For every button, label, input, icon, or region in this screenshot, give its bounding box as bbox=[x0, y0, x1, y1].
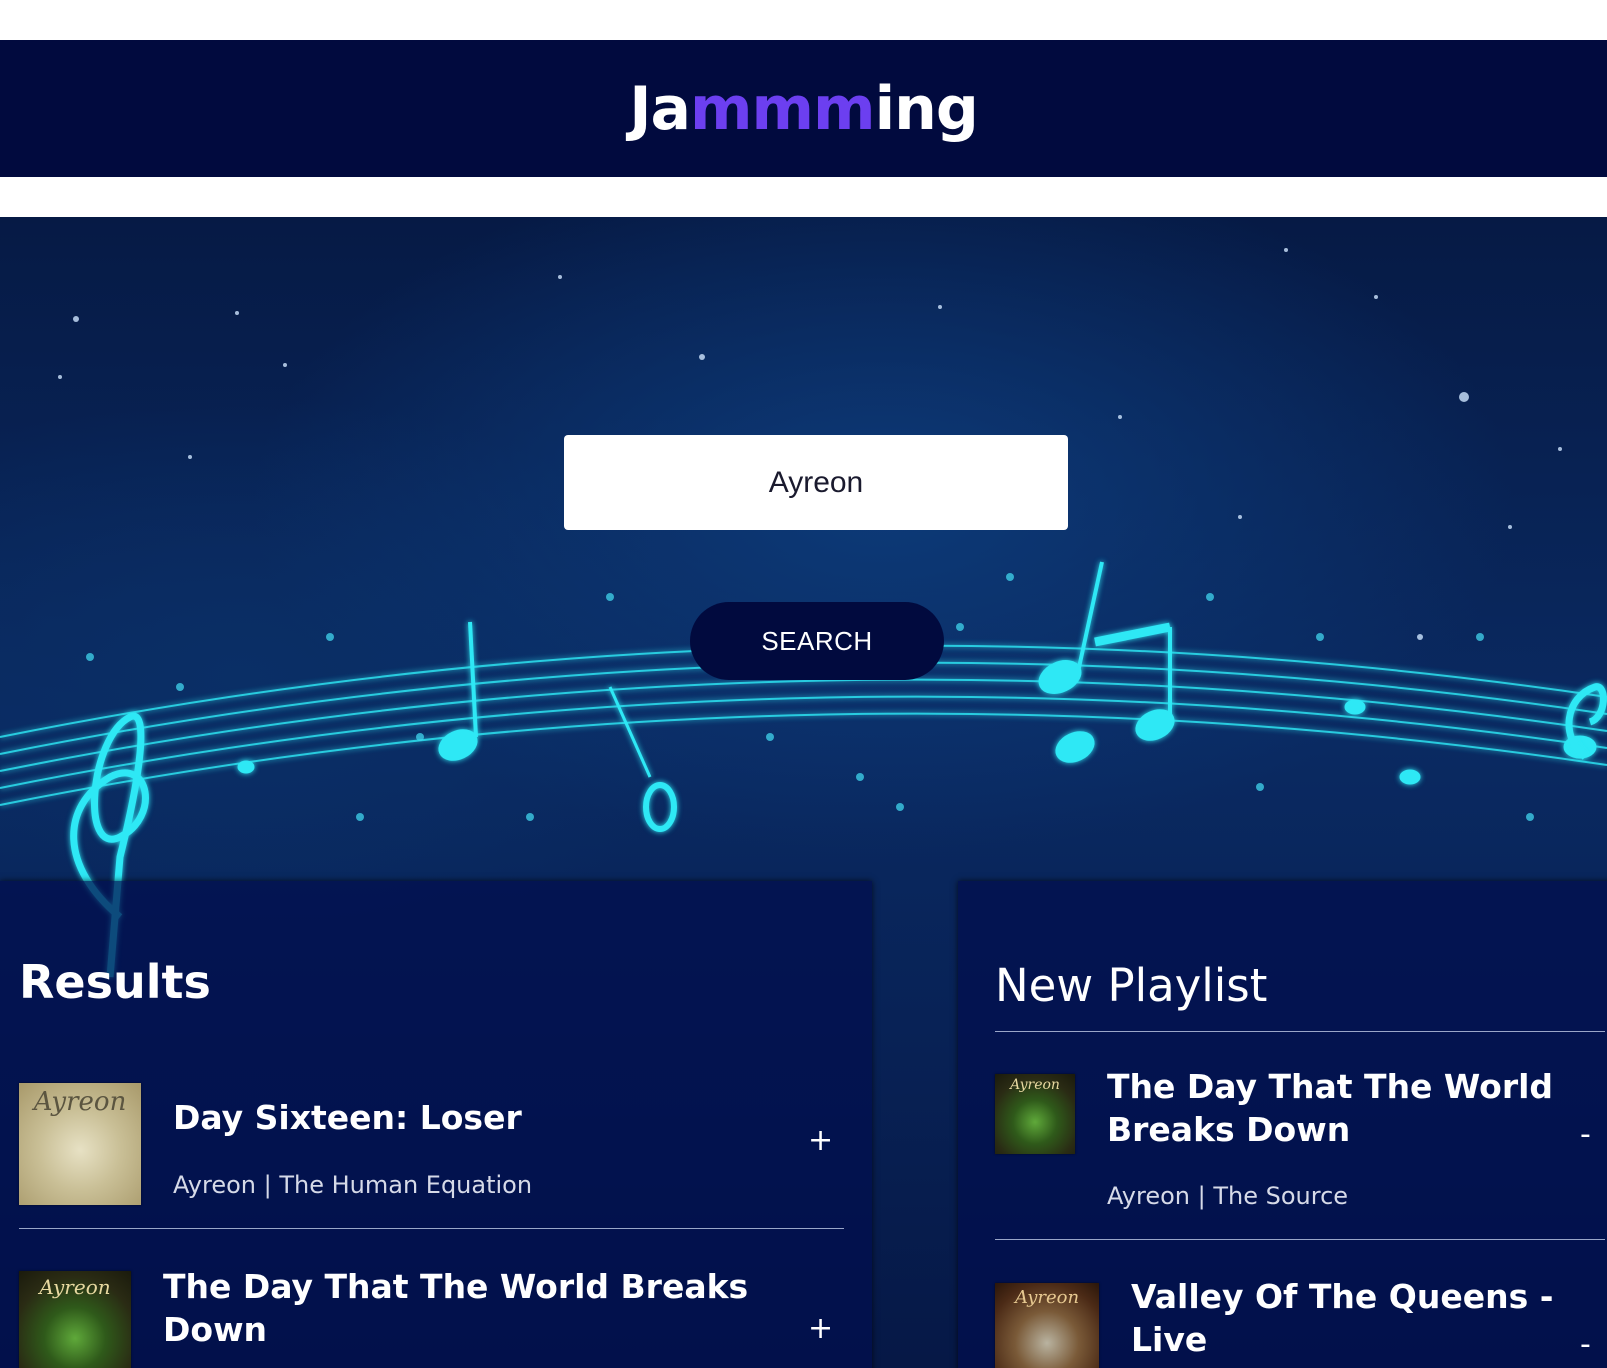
album-cover: Ayreon bbox=[19, 1271, 131, 1368]
playlist-track-2: Ayreon Valley Of The Queens - Live - bbox=[958, 881, 1607, 1368]
track-name: The Day That The World Breaks Down bbox=[163, 1267, 749, 1349]
search-input[interactable]: Ayreon bbox=[564, 435, 1068, 530]
results-panel: Results Ayreon Day Sixteen: Loser Ayreon… bbox=[0, 881, 872, 1368]
playlist-panel: New Playlist Ayreon The Day That The Wor… bbox=[958, 881, 1607, 1368]
logo-part1: Ja bbox=[629, 73, 691, 144]
add-track-button[interactable]: + bbox=[808, 1311, 833, 1346]
search-button[interactable]: SEARCH bbox=[690, 602, 944, 680]
app-logo: Jammming bbox=[629, 73, 979, 144]
logo-part2: ing bbox=[874, 73, 979, 144]
track-name: Valley Of The Queens - Live bbox=[1131, 1277, 1554, 1359]
main-background: Ayreon SEARCH Results Ayreon Day Sixteen… bbox=[0, 217, 1607, 1368]
album-cover-text: Ayreon bbox=[39, 1275, 111, 1299]
app-header: Jammming bbox=[0, 40, 1607, 177]
results-track-2: Ayreon The Day That The World Breaks Dow… bbox=[0, 881, 872, 1368]
album-cover-text: Ayreon bbox=[1014, 1287, 1080, 1308]
logo-accent: mmm bbox=[690, 73, 876, 144]
album-cover: Ayreon bbox=[995, 1283, 1099, 1368]
remove-track-button[interactable]: - bbox=[1580, 1327, 1591, 1362]
